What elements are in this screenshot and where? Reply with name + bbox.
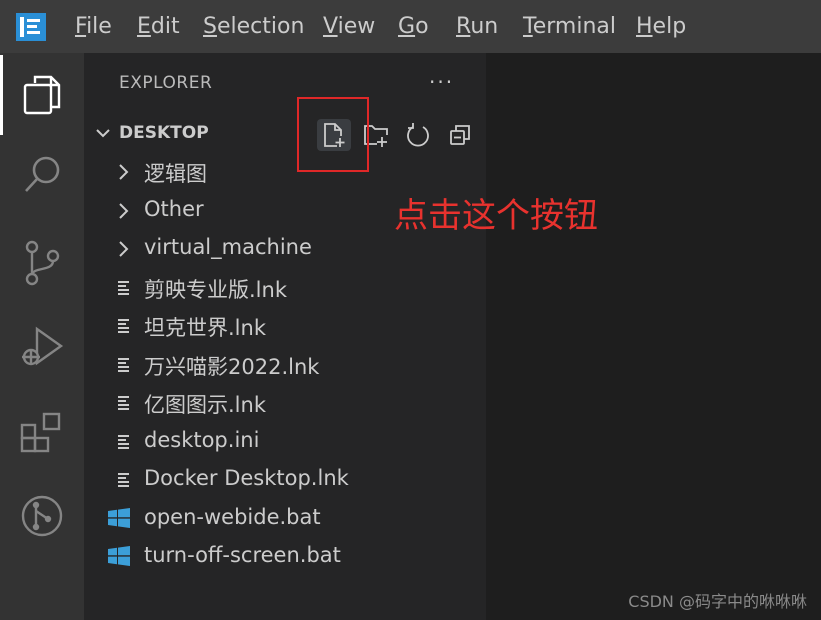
chevron-right-icon bbox=[119, 164, 129, 180]
folder-header[interactable]: DESKTOP bbox=[84, 119, 486, 151]
more-actions-button[interactable]: ··· bbox=[429, 70, 454, 94]
watermark: CSDN @码字中的咻咻咻 bbox=[628, 592, 807, 611]
tree-item-label: 万兴喵影2022.lnk bbox=[144, 355, 320, 379]
folder-name: DESKTOP bbox=[119, 123, 209, 143]
tree-item-label: 坦克世界.lnk bbox=[144, 316, 266, 340]
highlight-box bbox=[297, 97, 369, 172]
tree-item-label: 逻辑图 bbox=[144, 162, 207, 186]
tree-item-label: turn-off-screen.bat bbox=[144, 543, 341, 567]
tree-file[interactable]: 剪映专业版.lnk bbox=[84, 269, 486, 307]
text-file-icon bbox=[118, 281, 129, 295]
search-icon[interactable] bbox=[0, 135, 84, 215]
explorer-title: EXPLORER bbox=[119, 73, 213, 93]
chevron-right-icon bbox=[119, 203, 129, 219]
tree-file[interactable]: open-webide.bat bbox=[84, 500, 486, 538]
tree-file[interactable]: turn-off-screen.bat bbox=[84, 538, 486, 576]
editor-area bbox=[486, 53, 821, 620]
windows-icon bbox=[108, 508, 130, 528]
tree-item-label: Other bbox=[144, 197, 204, 221]
tree-item-label: 剪映专业版.lnk bbox=[144, 278, 287, 302]
text-file-icon bbox=[118, 319, 129, 333]
annotation-text: 点击这个按钮 bbox=[394, 196, 598, 236]
menu-view[interactable]: View bbox=[323, 12, 375, 42]
activity-bar bbox=[0, 53, 84, 620]
tree-file[interactable]: Docker Desktop.lnk bbox=[84, 461, 486, 499]
tree-item-label: 亿图图示.lnk bbox=[144, 393, 266, 417]
refresh-icon[interactable] bbox=[401, 119, 435, 151]
tree-item-label: open-webide.bat bbox=[144, 505, 321, 529]
text-file-icon bbox=[118, 435, 129, 449]
tree-file[interactable]: 万兴喵影2022.lnk bbox=[84, 346, 486, 384]
text-file-icon bbox=[118, 396, 129, 410]
explorer-icon[interactable] bbox=[0, 55, 84, 135]
collapse-all-icon[interactable] bbox=[443, 119, 477, 151]
tree-file[interactable]: desktop.ini bbox=[84, 423, 486, 461]
vscode-icon[interactable] bbox=[16, 13, 46, 41]
text-file-icon bbox=[118, 358, 129, 372]
menu-run[interactable]: Run bbox=[456, 12, 498, 42]
menu-file[interactable]: File bbox=[75, 12, 112, 42]
tree-folder[interactable]: 逻辑图 bbox=[84, 153, 486, 191]
title-bar: File Edit Selection View Go Run Terminal Help bbox=[0, 0, 821, 53]
tree-file[interactable]: 亿图图示.lnk bbox=[84, 384, 486, 422]
tree-file[interactable]: 坦克世界.lnk bbox=[84, 307, 486, 345]
run-debug-icon[interactable] bbox=[0, 308, 84, 388]
tree-item-label: virtual_machine bbox=[144, 235, 312, 259]
chevron-right-icon bbox=[119, 241, 129, 257]
text-file-icon bbox=[118, 473, 129, 487]
remote-icon[interactable] bbox=[0, 476, 84, 556]
menu-edit[interactable]: Edit bbox=[137, 12, 180, 42]
explorer-sidebar: EXPLORER ··· DESKTOP 逻辑图 Other virtual_m… bbox=[84, 53, 486, 620]
menu-help[interactable]: Help bbox=[636, 12, 686, 42]
source-control-icon[interactable] bbox=[0, 223, 84, 303]
extensions-icon[interactable] bbox=[0, 393, 84, 473]
menu-terminal[interactable]: Terminal bbox=[523, 12, 616, 42]
menu-selection[interactable]: Selection bbox=[203, 12, 304, 42]
tree-item-label: Docker Desktop.lnk bbox=[144, 466, 349, 490]
menu-go[interactable]: Go bbox=[398, 12, 429, 42]
windows-icon bbox=[108, 546, 130, 566]
chevron-down-icon bbox=[96, 129, 110, 138]
tree-item-label: desktop.ini bbox=[144, 428, 260, 452]
